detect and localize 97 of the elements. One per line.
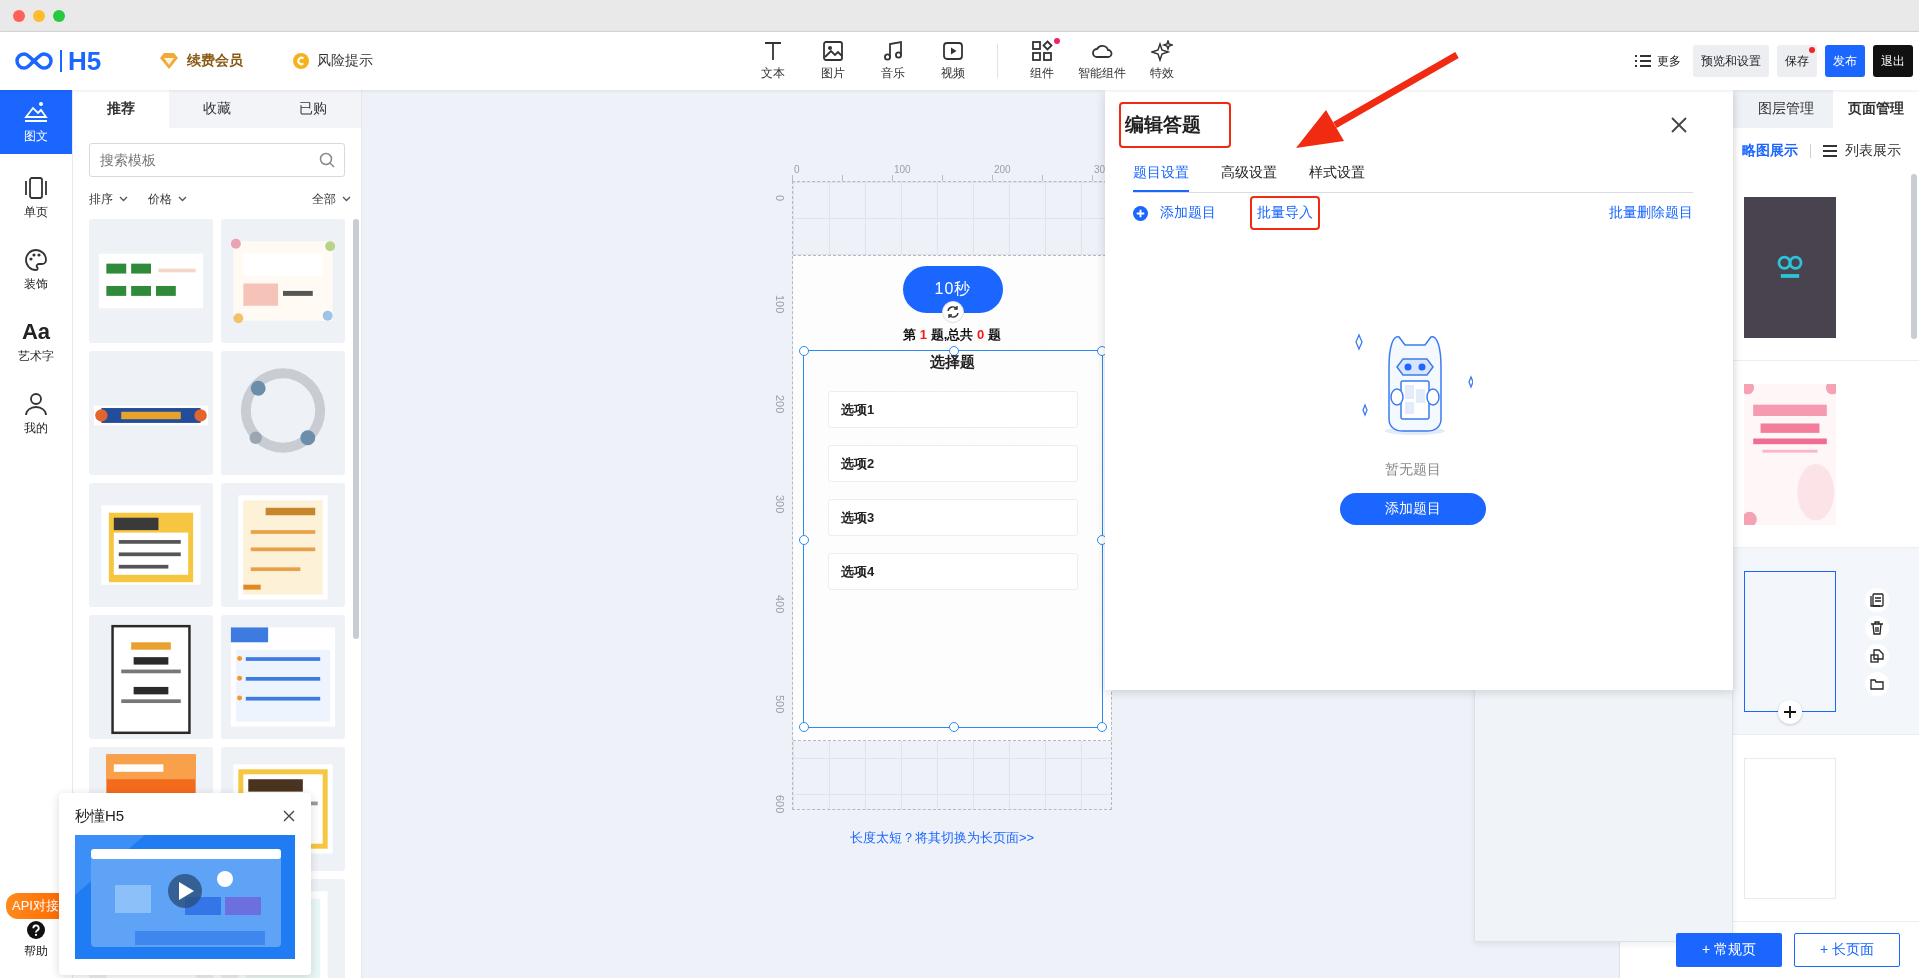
header-button[interactable]: 退出 <box>1873 45 1913 77</box>
sidebar-item[interactable]: 装饰 <box>0 234 72 306</box>
search-icon <box>319 152 335 168</box>
progress-text: 第 <box>903 327 917 342</box>
add-question-button[interactable]: 添加题目 <box>1340 493 1486 525</box>
person-icon <box>23 391 49 416</box>
ruler-label: 200 <box>994 164 1011 175</box>
ruler-label: 300 <box>774 495 786 514</box>
mountain-icon <box>23 99 49 124</box>
tab[interactable]: 收藏 <box>169 90 265 128</box>
caret-icon <box>342 196 351 202</box>
sidebar-item[interactable]: 单页 <box>0 162 72 234</box>
vip-link[interactable]: 续费会员 <box>187 52 244 70</box>
search-field[interactable]: 搜索模板 <box>89 143 345 177</box>
answer-option[interactable]: 选项1 <box>828 391 1078 428</box>
view-toggle[interactable]: 略图展示 <box>1742 142 1798 160</box>
toolbar-button[interactable]: 图片 <box>803 40 863 82</box>
filter-dropdown[interactable]: 全部 <box>312 190 351 208</box>
palette-icon <box>23 247 49 272</box>
caret-icon <box>178 196 187 202</box>
image-icon <box>822 40 844 62</box>
sidebar-item[interactable]: 我的 <box>0 378 72 450</box>
tab[interactable]: 高级设置 <box>1221 156 1277 192</box>
close-icon[interactable] <box>1671 117 1687 133</box>
logo-icon <box>14 51 54 71</box>
header-button[interactable]: 保存 <box>1777 45 1817 77</box>
toolbar-button[interactable]: 特效 <box>1132 40 1192 82</box>
grid-icon <box>1031 40 1053 62</box>
toolbar-button[interactable]: 视频 <box>923 40 983 82</box>
caret-icon <box>119 196 128 202</box>
tab[interactable]: 推荐 <box>73 90 169 128</box>
page-thumbnail[interactable] <box>1744 570 1836 712</box>
trash-icon[interactable] <box>1865 616 1889 640</box>
tab[interactable]: 已购 <box>265 90 361 128</box>
sidebar-item[interactable]: Aa 艺术字 <box>0 306 72 378</box>
toolbar-button[interactable]: 组件 <box>1012 40 1072 82</box>
switch-page-link[interactable]: 长度太短？将其切换为长页面>> <box>762 829 1122 847</box>
batch-delete-link[interactable]: 批量删除题目 <box>1609 204 1693 222</box>
ruler-label: 500 <box>774 695 786 714</box>
ruler-label: 30 <box>1094 164 1106 175</box>
toolbar-button[interactable]: 音乐 <box>863 40 923 82</box>
logo-text[interactable]: H5 <box>60 50 102 72</box>
sparkle-icon <box>1151 40 1173 62</box>
rotate-handle-icon[interactable] <box>942 301 964 323</box>
question-count: 1 <box>919 327 928 342</box>
folder-icon[interactable] <box>1865 672 1889 696</box>
tab[interactable]: 页面管理 <box>1833 90 1919 128</box>
text-icon <box>762 40 784 62</box>
ruler-label: 400 <box>774 595 786 614</box>
diamond-icon <box>159 52 180 70</box>
add-page-button[interactable]: + 常规页 <box>1676 933 1782 967</box>
batch-import-link[interactable]: 批量导入 <box>1250 196 1320 230</box>
list-icon <box>1823 145 1837 157</box>
question-title: 选择题 <box>928 353 976 372</box>
tab[interactable]: 题目设置 <box>1133 156 1189 192</box>
ruler-label: 0 <box>774 195 786 202</box>
question-count: 0 <box>976 327 985 342</box>
phone-page-icon <box>23 175 49 200</box>
close-icon[interactable] <box>283 810 295 822</box>
add-page-button[interactable]: + 长页面 <box>1794 933 1900 967</box>
plus-icon <box>1784 706 1796 718</box>
header-button[interactable]: 发布 <box>1825 45 1865 77</box>
tab[interactable]: 样式设置 <box>1309 156 1365 192</box>
menu-icon <box>1635 54 1651 68</box>
answer-option[interactable]: 选项4 <box>828 553 1078 590</box>
more-button[interactable]: 更多 <box>1635 52 1681 70</box>
tab[interactable]: 图层管理 <box>1739 90 1833 128</box>
progress-text: 题 <box>987 327 1001 342</box>
help-icon <box>27 920 45 939</box>
add-page-button[interactable] <box>1778 700 1802 724</box>
ruler-label: 600 <box>774 795 786 814</box>
toolbar-button[interactable]: 智能组件 <box>1072 40 1132 82</box>
filter-dropdown[interactable]: 价格 <box>148 190 187 208</box>
ruler-label: 0 <box>794 164 800 175</box>
copy-icon[interactable] <box>1865 588 1889 612</box>
add-question-link[interactable]: 添加题目 <box>1160 204 1216 222</box>
dialog-title: 编辑答题 <box>1119 102 1231 148</box>
progress-text: 题,总共 <box>930 327 974 342</box>
filter-dropdown[interactable]: 排序 <box>89 190 128 208</box>
plus-circle-icon[interactable] <box>1133 205 1148 221</box>
risk-link[interactable]: 风险提示 <box>317 52 374 70</box>
ruler-label: 100 <box>774 295 786 314</box>
ruler-label: 200 <box>774 395 786 414</box>
view-toggle[interactable]: 列表展示 <box>1845 142 1901 160</box>
video-icon <box>942 40 964 62</box>
empty-state-text: 暂无题目 <box>1385 461 1441 479</box>
close-window-icon[interactable] <box>13 9 25 22</box>
duplicate-icon[interactable] <box>1865 644 1889 668</box>
header-button[interactable]: 预览和设置 <box>1693 45 1769 77</box>
coin-icon <box>293 53 310 69</box>
answer-option[interactable]: 选项2 <box>828 445 1078 482</box>
popup-title: 秒懂H5 <box>75 806 125 826</box>
music-note-icon <box>882 40 904 62</box>
ruler-label: 100 <box>894 164 911 175</box>
toolbar-button[interactable]: 文本 <box>743 40 803 82</box>
answer-option[interactable]: 选项3 <box>828 499 1078 536</box>
sidebar-item[interactable]: 图文 <box>0 90 72 154</box>
